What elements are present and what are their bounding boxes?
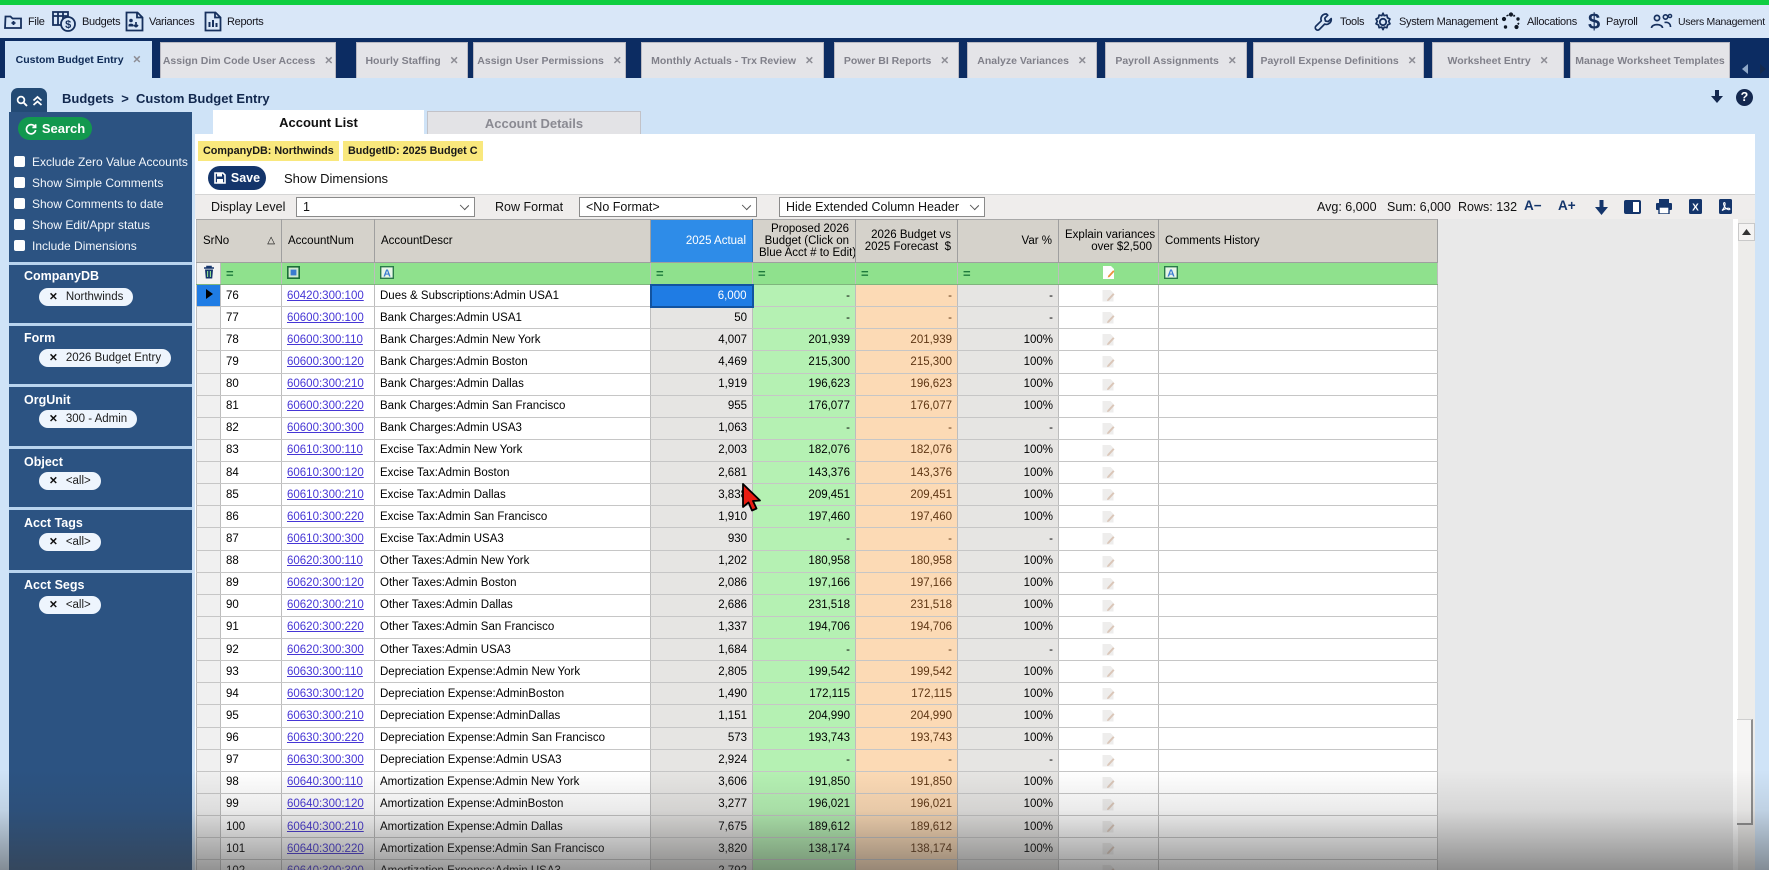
svg-text:X: X: [1692, 203, 1699, 214]
svg-text:$: $: [65, 19, 71, 31]
svg-text:A: A: [383, 267, 391, 279]
svg-text:A: A: [1167, 267, 1175, 279]
svg-text:$: $: [1588, 10, 1600, 33]
